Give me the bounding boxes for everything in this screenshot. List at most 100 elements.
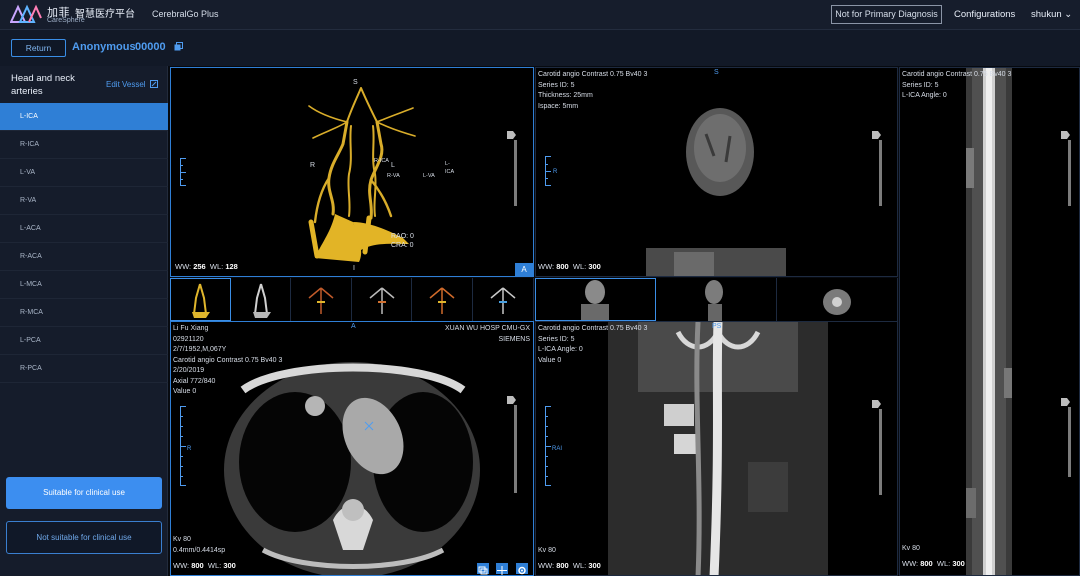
platform-title: 智慧医疗平台 [75,9,135,20]
app-name: CerebralGo Plus [152,9,219,19]
gear-icon [518,566,526,575]
mpr-top-wl-label: WL: [572,262,587,271]
axial-ww-label: WW: [173,561,190,570]
vessel-item[interactable]: R-ACA [0,243,168,271]
straightened-slider-bottom-icon[interactable] [1061,398,1070,406]
straightened-scroll-bar-top[interactable] [1068,140,1071,206]
vessel-item[interactable]: L-VA [0,159,168,187]
vessel-item[interactable]: L-ACA [0,215,168,243]
axial-manufacturer: SIEMENS [498,335,530,343]
vr-thumbnail[interactable] [352,278,412,321]
crosshair-tool-button[interactable] [496,563,508,575]
vr-scroll-bar[interactable] [514,140,517,206]
straightened-series-desc: Carotid angio Contrast 0.75 Bv40 3 [902,71,1012,78]
vr-wl-label: WL: [209,262,224,271]
mpr-top-series-desc: Carotid angio Contrast 0.75 Bv40 3 [538,71,648,78]
straightened-angle: L-ICA Angle: 0 [902,92,947,99]
layers-icon [478,566,488,575]
axial-viewport[interactable]: Li Fu Xiang 02921120 2/7/1952,M,067Y Car… [170,321,534,576]
vessel-item[interactable]: R-MCA [0,299,168,327]
axial-slider-handle-icon[interactable] [507,396,516,404]
curved-mpr-scroll-bar[interactable] [879,409,882,495]
vessel-item[interactable]: L-PCA [0,327,168,355]
vr-thumbnail-image [490,287,516,314]
suitable-button[interactable]: Suitable for clinical use [6,477,162,509]
patient-name: Anonymous [72,41,136,53]
edit-vessel-button[interactable]: Edit Vessel [106,80,158,89]
vr-thumbnail[interactable] [412,278,473,321]
vr-thumbnail[interactable] [473,278,534,321]
vessel-item[interactable]: R-VA [0,187,168,215]
vessel-item[interactable]: R-ICA [0,131,168,159]
mpr-top-viewport[interactable]: Carotid angio Contrast 0.75 Bv40 3 Serie… [535,67,898,277]
app-window: 加菲 CareSphere 智慧医疗平台 CerebralGo Plus Not… [0,0,1080,576]
user-menu[interactable]: shukun ⌄ [1031,9,1072,20]
curved-mpr-series-desc: Carotid angio Contrast 0.75 Bv40 3 [538,325,648,332]
vr-angle-cra: CRA: 0 [391,242,414,249]
mpr-thumbnail[interactable] [656,278,777,321]
mpr-top-scan-image [646,108,786,276]
mpr-thumbnail-image [705,280,723,321]
layers-tool-button[interactable] [477,563,489,575]
vr-orientation-top: S [353,79,358,86]
axial-ww-value: 800 [191,561,204,570]
mpr-thumbnail-image [581,280,609,321]
mpr-top-series-id: Series ID: 5 [538,81,575,89]
vessel-item[interactable]: R-PCA [0,355,168,383]
vr-thumbnail-image [308,287,334,314]
vr-thumbnail-image [192,283,210,318]
mpr-top-ww-value: 800 [556,262,569,271]
vessel-item[interactable]: L-MCA [0,271,168,299]
axial-scroll-bar[interactable] [514,405,517,493]
curved-mpr-info: Carotid angio Contrast 0.75 Bv40 3 Serie… [538,324,647,366]
vr-slider-handle-icon[interactable] [507,131,516,139]
vr-orientation-left: R [310,162,316,169]
axial-study-date: 2/20/2019 [173,367,205,374]
curved-mpr-wl-value: 300 [588,561,601,570]
vr-label-l-va: L-VA [423,173,435,179]
copy-icon[interactable] [174,42,183,51]
vr-label-l: L [391,162,395,169]
vr-ww-label: WW: [175,262,192,271]
straightened-slider-top-icon[interactable] [1061,131,1070,139]
curved-mpr-orientation-left: RAI [552,446,563,452]
vr-label-l-ica-2: ICA [445,169,455,175]
configurations-menu[interactable]: Configurations [954,9,1015,20]
curved-mpr-slider-handle-icon[interactable] [872,400,881,408]
vr-wl-value: 128 [225,262,238,271]
vr-viewport[interactable]: S I R R-ICA L R-VA L-VA L- ICA RAO: 0 CR… [170,67,534,277]
curved-mpr-ww-label: WW: [538,561,555,570]
axial-scale-ruler [180,406,186,486]
axial-orientation-top: A [351,323,356,330]
mpr-top-info: Carotid angio Contrast 0.75 Bv40 3 Serie… [538,70,647,112]
vessel-item[interactable]: L-ICA [0,103,168,131]
axial-institution-info: XUAN WU HOSP CMU-GX SIEMENS [445,324,530,345]
mpr-thumbnail[interactable] [777,278,898,321]
vr-thumbnail[interactable] [291,278,352,321]
mpr-top-ispace: Ispace: 5mm [538,102,579,110]
axial-patient-info: Li Fu Xiang 02921120 2/7/1952,M,067Y Car… [173,324,282,398]
straightened-wl-label: WL: [936,559,951,568]
axial-patient-birth: 2/7/1952,M,067Y [173,346,227,353]
vr-thumbnail-image [429,287,455,314]
mpr-top-slider-handle-icon[interactable] [872,131,881,139]
vr-orientation-tag[interactable]: A [515,263,533,276]
mpr-top-ww-label: WW: [538,262,555,271]
mpr-top-orientation-left: R [553,169,558,175]
settings-tool-button[interactable] [516,563,528,575]
vr-thumbnail[interactable] [170,278,231,321]
return-button[interactable]: Return [11,39,66,57]
not-suitable-button[interactable]: Not suitable for clinical use [6,521,162,554]
mpr-top-wl-value: 300 [588,262,601,271]
mpr-thumbnail[interactable] [535,278,656,321]
straightened-scroll-bar-bottom[interactable] [1068,407,1071,477]
curved-mpr-viewport[interactable]: Carotid angio Contrast 0.75 Bv40 3 Serie… [535,321,898,576]
mpr-top-scroll-bar[interactable] [879,140,882,206]
vr-thumbnail[interactable] [231,278,291,321]
logo-icon [10,4,42,23]
straightened-kv: Kv 80 [902,545,920,552]
mpr-top-window-level: WW: 800 WL: 300 [538,262,601,271]
axial-series-desc: Carotid angio Contrast 0.75 Bv40 3 [173,356,283,364]
straightened-viewport[interactable]: Carotid angio Contrast 0.75 Bv40 3 Serie… [899,67,1080,576]
axial-patient-number: 02921120 [173,335,204,343]
